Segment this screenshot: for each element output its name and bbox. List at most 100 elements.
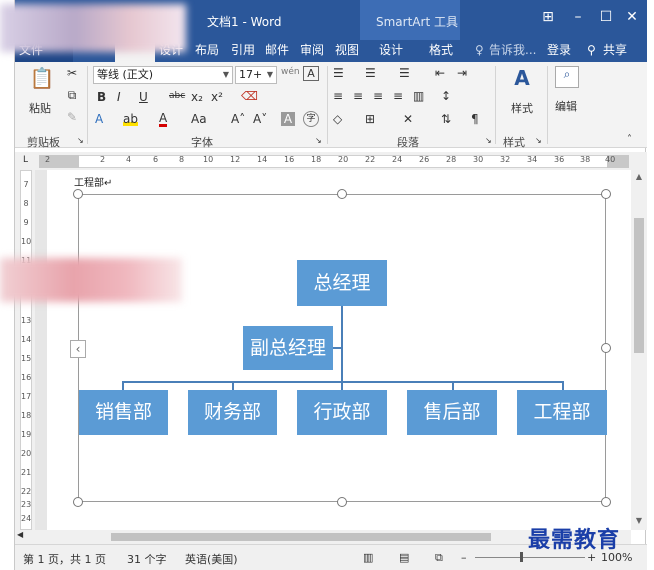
page-count[interactable]: 第 1 页，共 1 页 — [23, 551, 106, 567]
distributed-icon[interactable]: ▥ — [413, 89, 424, 103]
styles-button[interactable]: 样式 — [511, 100, 533, 116]
format-painter-icon[interactable]: ✎ — [65, 110, 79, 124]
increase-indent-icon[interactable]: ⇥ — [457, 66, 467, 80]
font-launcher-icon[interactable]: ↘ — [315, 136, 322, 145]
tell-me-box[interactable]: 告诉我... — [485, 40, 540, 62]
tab-stop-selector-icon[interactable]: L — [23, 155, 28, 165]
word-count[interactable]: 31 个字 — [127, 551, 167, 567]
editing-button[interactable]: 编辑 — [555, 98, 577, 114]
org-node-department[interactable]: 工程部 — [517, 390, 607, 435]
paragraph-launcher-icon[interactable]: ↘ — [485, 136, 492, 145]
tab-review[interactable]: 审阅 — [296, 40, 328, 62]
text-effects-button[interactable]: A — [95, 112, 103, 126]
ruler-tick: 2 — [45, 155, 51, 164]
align-left-icon[interactable]: ≡ — [333, 89, 343, 103]
resize-handle[interactable] — [601, 189, 611, 199]
decrease-indent-icon[interactable]: ⇤ — [435, 66, 445, 80]
read-mode-icon[interactable]: ▥ — [363, 551, 373, 564]
scroll-down-icon[interactable]: ▼ — [631, 516, 647, 525]
multilevel-list-icon[interactable]: ☰ — [399, 66, 410, 80]
copy-icon[interactable]: ⧉ — [65, 88, 79, 103]
org-node-department[interactable]: 售后部 — [407, 390, 497, 435]
shrink-font-button[interactable]: A˅ — [253, 112, 267, 126]
tab-view[interactable]: 视图 — [331, 40, 363, 62]
resize-handle[interactable] — [73, 497, 83, 507]
enclose-character-icon[interactable]: 字 — [303, 111, 319, 127]
shading-icon[interactable]: ◇ — [333, 112, 342, 126]
ruler-tick: 23 — [21, 500, 32, 509]
align-center-icon[interactable]: ≡ — [353, 89, 363, 103]
scroll-thumb[interactable] — [111, 533, 491, 541]
phonetic-guide-icon[interactable]: wén — [281, 67, 300, 77]
org-node-department[interactable]: 财务部 — [188, 390, 277, 435]
maximize-button[interactable]: ☐ — [595, 9, 617, 25]
clipboard-launcher-icon[interactable]: ↘ — [77, 136, 84, 145]
org-node-assistant[interactable]: 副总经理 — [243, 326, 333, 370]
scroll-thumb[interactable] — [634, 218, 644, 353]
character-border-icon[interactable]: A — [303, 66, 319, 81]
resize-handle[interactable] — [337, 497, 347, 507]
zoom-out-button[interactable]: – — [461, 551, 467, 564]
text-pane-toggle-button[interactable]: ‹ — [70, 340, 86, 358]
scroll-up-icon[interactable]: ▲ — [631, 172, 647, 181]
justify-icon[interactable]: ≡ — [393, 89, 403, 103]
align-right-icon[interactable]: ≡ — [373, 89, 383, 103]
tab-references[interactable]: 引用 — [227, 40, 259, 62]
bullets-icon[interactable]: ☰ — [333, 66, 344, 80]
grow-font-button[interactable]: A˄ — [231, 112, 245, 126]
resize-handle[interactable] — [73, 189, 83, 199]
superscript-button[interactable]: x² — [211, 90, 223, 104]
styles-icon[interactable]: A — [509, 66, 535, 90]
resize-handle[interactable] — [337, 189, 347, 199]
print-layout-icon[interactable]: ▤ — [399, 551, 409, 564]
document-text[interactable]: 工程部↵ — [74, 174, 112, 189]
styles-launcher-icon[interactable]: ↘ — [535, 136, 542, 145]
language-indicator[interactable]: 英语(美国) — [185, 551, 238, 567]
paste-icon[interactable]: 📋 — [29, 66, 55, 90]
zoom-slider[interactable] — [475, 557, 585, 558]
magnifier-icon[interactable]: ⌕ — [555, 66, 579, 88]
ribbon-display-options-icon[interactable]: ⊞ — [537, 9, 559, 25]
highlight-color-button[interactable]: ab — [123, 112, 138, 126]
line-spacing-icon[interactable]: ↕ — [441, 89, 451, 103]
tab-mailings[interactable]: 邮件 — [261, 40, 293, 62]
subscript-button[interactable]: x₂ — [191, 90, 203, 104]
font-color-button[interactable]: A — [159, 112, 168, 127]
cut-icon[interactable]: ✂ — [65, 66, 79, 80]
vertical-scrollbar[interactable]: ▲ ▼ — [631, 170, 647, 530]
font-size-combo[interactable]: 17+ ▼ — [235, 66, 277, 84]
share-button[interactable]: 共享 — [599, 40, 631, 62]
zoom-slider-thumb[interactable] — [520, 552, 523, 562]
resize-handle[interactable] — [601, 497, 611, 507]
tab-smartart-design[interactable]: 设计 — [375, 40, 407, 62]
connector-line — [333, 347, 343, 349]
collapse-ribbon-icon[interactable]: ˄ — [627, 134, 632, 145]
scroll-left-icon[interactable]: ◀ — [17, 530, 23, 539]
italic-button[interactable]: I — [117, 90, 121, 104]
sort-icon[interactable]: ⇅ — [441, 112, 451, 126]
paste-label[interactable]: 粘贴 — [29, 100, 51, 116]
org-node-top[interactable]: 总经理 — [297, 260, 387, 306]
tab-layout[interactable]: 布局 — [191, 40, 223, 62]
web-layout-icon[interactable]: ⧉ — [435, 551, 443, 565]
clear-formatting-icon[interactable]: ⌫ — [241, 89, 258, 103]
numbering-icon[interactable]: ☰ — [365, 66, 376, 80]
sign-in-link[interactable]: 登录 — [543, 40, 575, 62]
character-shading-button[interactable]: A — [281, 112, 295, 126]
org-node-department[interactable]: 行政部 — [297, 390, 387, 435]
underline-button[interactable]: U — [139, 90, 148, 104]
change-case-button[interactable]: Aa — [191, 112, 207, 126]
strikethrough-button[interactable]: abc — [169, 91, 185, 101]
close-button[interactable]: ✕ — [621, 9, 643, 25]
vertical-ruler[interactable]: 7 8 9 10 11 12 13 14 15 16 17 18 19 20 2… — [15, 170, 35, 530]
bold-button[interactable]: B — [97, 90, 106, 104]
minimize-button[interactable]: – — [567, 9, 589, 25]
borders-icon[interactable]: ⊞ — [365, 112, 375, 126]
font-name-combo[interactable]: 等线 (正文) ▼ — [93, 66, 233, 84]
resize-handle[interactable] — [601, 343, 611, 353]
horizontal-ruler[interactable]: L 2 2 4 6 8 10 12 14 16 18 20 22 24 26 2… — [15, 152, 647, 170]
show-marks-icon[interactable]: ¶ — [471, 112, 479, 126]
asian-layout-icon[interactable]: ✕ — [403, 112, 413, 126]
org-node-department[interactable]: 销售部 — [79, 390, 168, 435]
tab-smartart-format[interactable]: 格式 — [425, 40, 457, 62]
